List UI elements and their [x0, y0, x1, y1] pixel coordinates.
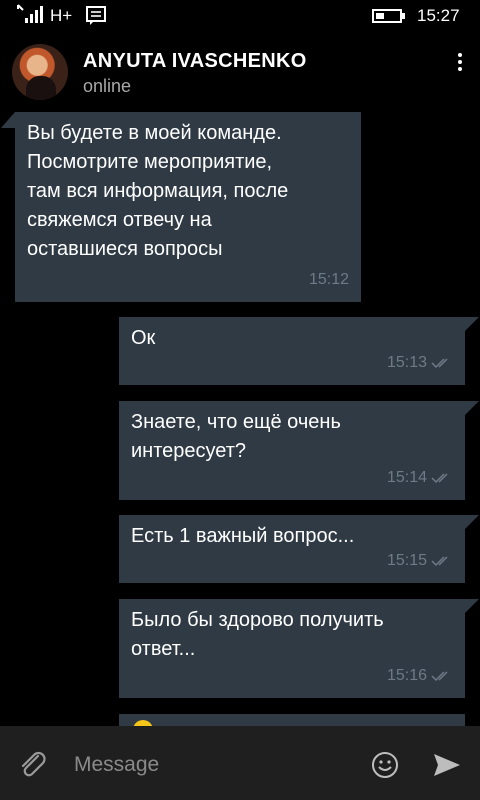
chat-header[interactable]: ANYUTA IVASCHENKO online: [0, 40, 480, 112]
message-meta: 15:16: [387, 661, 453, 690]
message-time: 15:14: [386, 469, 427, 486]
bubble-tail: [465, 317, 479, 331]
message-outgoing-partial[interactable]: [119, 714, 465, 730]
bubble-tail: [465, 599, 479, 613]
message-meta: 15:13: [387, 348, 453, 377]
message-text: Знаете, что ещё очень интересует?: [131, 411, 341, 462]
message-outgoing[interactable]: Было бы здорово получить ответ... 15:16: [119, 599, 465, 698]
battery-icon: [372, 9, 405, 23]
message-text: Было бы здорово получить ответ...: [131, 609, 384, 660]
smiley-icon[interactable]: [370, 750, 400, 780]
message-meta: 15:15: [387, 546, 453, 575]
message-outgoing[interactable]: Есть 1 важный вопрос... 15:15: [119, 515, 465, 583]
message-text: Вы будете в моей команде. Посмотрите мер…: [27, 122, 289, 260]
send-icon[interactable]: [432, 752, 462, 778]
message-meta: 15:14: [387, 463, 453, 492]
message-time: 15:16: [386, 667, 427, 684]
double-check-icon: [431, 357, 448, 368]
more-options-icon[interactable]: [448, 50, 472, 74]
message-time: 15:13: [386, 354, 427, 371]
double-check-icon: [431, 472, 448, 483]
message-incoming[interactable]: Вы будете в моей команде. Посмотрите мер…: [15, 112, 361, 302]
contact-name[interactable]: ANYUTA IVASCHENKO: [83, 50, 307, 73]
message-time: 15:15: [386, 552, 427, 569]
compose-bar: [0, 726, 480, 800]
contact-status: online: [83, 76, 132, 96]
message-outgoing[interactable]: Ок 15:13: [119, 317, 465, 385]
avatar[interactable]: [12, 44, 68, 100]
network-type: H+: [50, 6, 73, 25]
double-check-icon: [431, 555, 448, 566]
double-check-icon: [431, 670, 448, 681]
message-input[interactable]: [72, 744, 346, 786]
clock: 15:27: [417, 6, 460, 25]
paperclip-icon[interactable]: [18, 750, 48, 780]
bubble-tail: [465, 515, 479, 529]
message-outgoing[interactable]: Знаете, что ещё очень интересует? 15:14: [119, 401, 465, 500]
signal-icon: [17, 4, 43, 23]
bubble-tail: [465, 401, 479, 415]
bubble-tail: [1, 112, 15, 128]
message-time: 15:12: [308, 271, 349, 288]
status-bar: H+ 15:27: [0, 0, 480, 32]
message-notification-icon: [86, 6, 106, 25]
